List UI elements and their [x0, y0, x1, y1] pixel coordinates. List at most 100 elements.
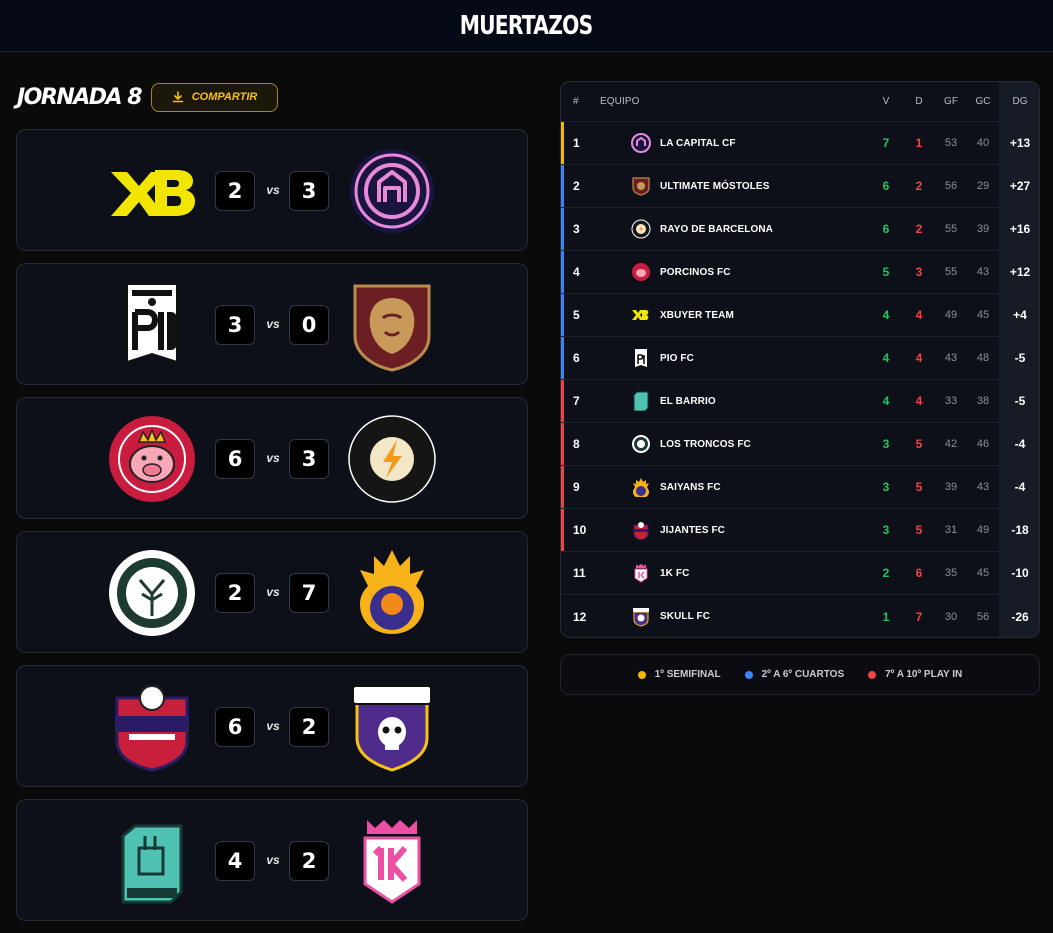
team-cell[interactable]: XBUYER TEAM [631, 294, 871, 336]
goals-for: 55 [944, 266, 958, 278]
standings-table: # EQUIPO V D GF GC DG 1 LA CAPITAL CF 7 1 53… [560, 81, 1040, 638]
losses: 7 [915, 609, 923, 624]
away-score: 7 [289, 573, 329, 613]
position: 11 [573, 566, 586, 580]
col-d[interactable]: D [907, 82, 931, 121]
legend-item-semifinal: 1º SEMIFINAL [637, 669, 721, 680]
goals-against: 38 [976, 395, 990, 407]
semifinal-dot-icon [637, 670, 646, 679]
away-score: 0 [289, 305, 329, 345]
standings-row[interactable]: 3 RAYO DE BARCELONA 6 2 55 39 +16 [561, 208, 1039, 251]
col-gf[interactable]: GF [939, 82, 963, 121]
away-score: 3 [289, 171, 329, 211]
team-name: ULTIMATE MÓSTOLES [660, 180, 770, 192]
round-header: JORNADA 8 COMPARTIR [17, 82, 279, 112]
legend-label: 1º SEMIFINAL [654, 669, 721, 680]
standings-row[interactable]: 8 LOS TRONCOS FC 3 5 42 46 -4 [561, 423, 1039, 466]
standings-row[interactable]: 4 PORCINOS FC 5 3 55 43 +12 [561, 251, 1039, 294]
standings-row[interactable]: 10 JIJANTES FC 3 5 31 49 -18 [561, 509, 1039, 552]
losses: 5 [915, 523, 923, 537]
table-body: 1 LA CAPITAL CF 7 1 53 40 +13 2 ULTIMATE MÓSTOLE… [561, 122, 1039, 637]
standings-row[interactable]: 12 SKULL FC 1 7 30 56 -26 [561, 595, 1039, 637]
losses: 1 [915, 136, 923, 150]
losses: 5 [915, 437, 923, 451]
match-card[interactable]: 2 vs 3 [16, 129, 528, 251]
match-card[interactable]: 4 vs 2 [16, 799, 528, 921]
standings-row[interactable]: 1 LA CAPITAL CF 7 1 53 40 +13 [561, 122, 1039, 165]
team-cell[interactable]: ULTIMATE MÓSTOLES [631, 165, 871, 207]
goal-difference: +16 [999, 208, 1039, 250]
team-name: SAIYANS FC [660, 481, 721, 493]
zone-indicator [561, 208, 564, 250]
goal-difference: -5 [999, 337, 1039, 379]
standings-row[interactable]: 7 EL BARRIO 4 4 33 38 -5 [561, 380, 1039, 423]
goals-for: 42 [944, 438, 958, 450]
wins: 3 [882, 523, 890, 537]
pio-fc-crest-icon [635, 349, 647, 367]
saiyans-fc-crest-icon [633, 478, 649, 497]
team-cell[interactable]: JIJANTES FC [631, 509, 871, 551]
standings-row[interactable]: 5 XBUYER TEAM 4 4 49 45 +4 [561, 294, 1039, 337]
standings-row[interactable]: 6 PIO FC 4 4 43 48 -5 [561, 337, 1039, 380]
page-title: JORNADA 8 [17, 84, 143, 110]
team-name: EL BARRIO [660, 395, 716, 407]
team-name: PORCINOS FC [660, 266, 731, 278]
match-card[interactable]: 6 vs 3 [16, 397, 528, 519]
losses: 4 [915, 351, 923, 365]
position: 10 [573, 523, 587, 537]
goals-for: 49 [944, 309, 958, 321]
zone-legend: 1º SEMIFINAL 2º A 6º CUARTOS 7º A 10º PL… [560, 654, 1040, 695]
xbuyer-team-crest-icon [632, 310, 649, 320]
goals-against: 46 [976, 438, 990, 450]
wins: 3 [882, 480, 890, 494]
away-score: 2 [289, 841, 329, 881]
match-card[interactable]: 3 vs 0 [16, 263, 528, 385]
team-cell[interactable]: PORCINOS FC [631, 251, 871, 293]
home-score: 2 [215, 573, 255, 613]
team-cell[interactable]: SAIYANS FC [631, 466, 871, 508]
losses: 3 [915, 265, 923, 279]
brand-logo[interactable]: MUERTAZOS [460, 11, 593, 41]
share-button[interactable]: COMPARTIR [151, 82, 279, 112]
goals-against: 29 [976, 180, 990, 192]
home-score: 6 [215, 707, 255, 747]
goal-difference: -26 [999, 595, 1039, 637]
rayo-de-barcelona-crest-icon [631, 219, 651, 239]
zone-indicator [561, 122, 564, 164]
zone-indicator [561, 251, 564, 293]
col-gc[interactable]: GC [971, 82, 995, 121]
wins: 5 [882, 265, 890, 279]
col-dg[interactable]: DG [999, 82, 1039, 121]
match-card[interactable]: 2 vs 7 [16, 531, 528, 653]
col-team[interactable]: EQUIPO [600, 82, 840, 121]
la-capital-cf-crest-icon [631, 133, 651, 153]
standings-row[interactable]: 2 ULTIMATE MÓSTOLES 6 2 56 29 +27 [561, 165, 1039, 208]
match-card[interactable]: 6 vs 2 [16, 665, 528, 787]
position: 8 [573, 437, 580, 451]
team-cell[interactable]: LA CAPITAL CF [631, 122, 871, 164]
team-cell[interactable]: LOS TRONCOS FC [631, 423, 871, 465]
team-cell[interactable]: PIO FC [631, 337, 871, 379]
goals-against: 43 [976, 481, 990, 493]
team-cell[interactable]: SKULL FC [631, 595, 871, 637]
position: 2 [573, 179, 580, 193]
position: 3 [573, 222, 580, 236]
col-pos[interactable]: # [573, 82, 593, 121]
zone-indicator [561, 165, 564, 207]
goals-for: 33 [944, 395, 958, 407]
team-cell[interactable]: EL BARRIO [631, 380, 871, 422]
goals-for: 55 [944, 223, 958, 235]
skull-fc-crest-icon [633, 607, 649, 627]
zone-indicator [561, 294, 564, 336]
zone-indicator [561, 466, 564, 508]
standings-row[interactable]: 11 1K FC 2 6 35 45 -10 [561, 552, 1039, 595]
goals-for: 31 [944, 524, 958, 536]
goals-for: 30 [944, 610, 958, 623]
team-cell[interactable]: 1K FC [631, 552, 871, 594]
standings-row[interactable]: 9 SAIYANS FC 3 5 39 43 -4 [561, 466, 1039, 509]
wins: 4 [882, 308, 890, 322]
download-icon [172, 91, 184, 103]
match-list: 2 vs 3 3 vs 0 6 vs 3 2 vs 7 6 vs 2 4 vs … [16, 129, 528, 933]
col-v[interactable]: V [874, 82, 898, 121]
team-cell[interactable]: RAYO DE BARCELONA [631, 208, 871, 250]
